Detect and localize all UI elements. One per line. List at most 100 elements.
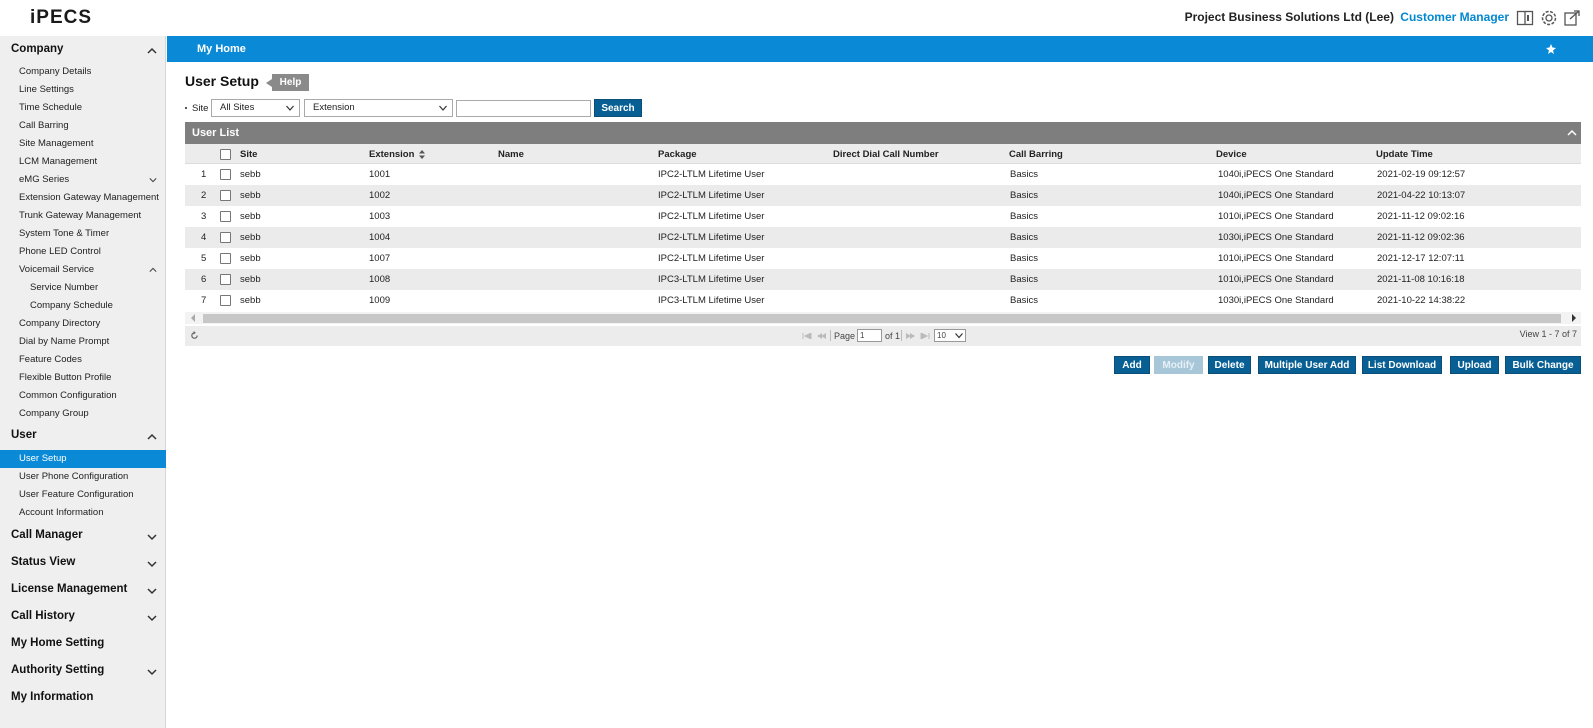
help-button[interactable]: Help	[266, 74, 309, 91]
column-header-name[interactable]: Name	[498, 149, 524, 160]
search-input[interactable]	[456, 100, 591, 117]
sidebar-item-company-group[interactable]: Company Group	[19, 408, 89, 419]
table-row[interactable]: 1 sebb 1001 IPC2-LTLM Lifetime User Basi…	[185, 164, 1581, 185]
scroll-right-icon[interactable]	[1571, 314, 1577, 322]
sidebar-item-common-configuration[interactable]: Common Configuration	[19, 390, 117, 401]
sidebar-item-site-management[interactable]: Site Management	[19, 138, 93, 149]
sidebar-item-call-barring[interactable]: Call Barring	[19, 120, 69, 131]
row-checkbox[interactable]	[220, 211, 231, 222]
last-page-icon[interactable]	[920, 333, 930, 339]
chevron-down-icon[interactable]	[147, 559, 157, 569]
row-checkbox[interactable]	[220, 253, 231, 264]
logout-icon[interactable]	[1563, 9, 1581, 27]
my-home-title[interactable]: My Home	[197, 43, 246, 55]
sidebar-section-call-history[interactable]: Call History	[11, 610, 75, 622]
sort-icon[interactable]	[419, 149, 426, 159]
column-header-device[interactable]: Device	[1216, 149, 1247, 160]
chevron-up-icon[interactable]	[147, 46, 157, 56]
row-checkbox[interactable]	[220, 190, 231, 201]
sidebar-item-company-directory[interactable]: Company Directory	[19, 318, 100, 329]
chevron-up-icon[interactable]	[1567, 128, 1577, 138]
row-checkbox[interactable]	[220, 274, 231, 285]
column-header-direct-dial[interactable]: Direct Dial Call Number	[833, 149, 939, 160]
table-row[interactable]: 4 sebb 1004 IPC2-LTLM Lifetime User Basi…	[185, 227, 1581, 248]
row-checkbox[interactable]	[220, 232, 231, 243]
sidebar-item-user-feature-configuration[interactable]: User Feature Configuration	[19, 489, 134, 500]
sidebar-item-voicemail-service[interactable]: Voicemail Service	[19, 264, 94, 275]
sidebar-section-call-manager[interactable]: Call Manager	[11, 529, 83, 541]
table-row[interactable]: 3 sebb 1003 IPC2-LTLM Lifetime User Basi…	[185, 206, 1581, 227]
delete-button[interactable]: Delete	[1208, 356, 1251, 374]
sidebar-item-flexible-button[interactable]: Flexible Button Profile	[19, 372, 111, 383]
cell-package: IPC3-LTLM Lifetime User	[658, 295, 765, 306]
chevron-down-icon[interactable]	[147, 667, 157, 677]
sidebar-item-lcm-management[interactable]: LCM Management	[19, 156, 97, 167]
sidebar-item-trunk-gateway[interactable]: Trunk Gateway Management	[19, 210, 141, 221]
chevron-up-icon[interactable]	[147, 432, 157, 442]
search-button[interactable]: Search	[594, 99, 642, 117]
sidebar-item-line-settings[interactable]: Line Settings	[19, 84, 74, 95]
manual-icon[interactable]	[1516, 9, 1534, 27]
site-select[interactable]: All Sites	[211, 99, 300, 117]
table-row[interactable]: 6 sebb 1008 IPC3-LTLM Lifetime User Basi…	[185, 269, 1581, 290]
sidebar-section-license-management[interactable]: License Management	[11, 583, 127, 595]
modify-button[interactable]: Modify	[1154, 356, 1203, 374]
column-header-site[interactable]: Site	[240, 149, 257, 160]
row-checkbox[interactable]	[220, 295, 231, 306]
sidebar-section-status-view[interactable]: Status View	[11, 556, 75, 568]
sidebar-item-user-phone-configuration[interactable]: User Phone Configuration	[19, 471, 128, 482]
sidebar-item-time-schedule[interactable]: Time Schedule	[19, 102, 82, 113]
chevron-down-icon[interactable]	[147, 532, 157, 542]
search-field-select[interactable]: Extension	[304, 99, 453, 117]
sidebar-item-service-number[interactable]: Service Number	[30, 282, 98, 293]
column-header-call-barring[interactable]: Call Barring	[1009, 149, 1063, 160]
table-row[interactable]: 2 sebb 1002 IPC2-LTLM Lifetime User Basi…	[185, 185, 1581, 206]
list-download-button[interactable]: List Download	[1362, 356, 1442, 374]
upload-button[interactable]: Upload	[1450, 356, 1499, 374]
bulk-change-button[interactable]: Bulk Change	[1505, 356, 1581, 374]
table-row[interactable]: 7 sebb 1009 IPC3-LTLM Lifetime User Basi…	[185, 290, 1581, 311]
add-button[interactable]: Add	[1114, 356, 1150, 374]
horizontal-scrollbar[interactable]	[185, 312, 1581, 324]
sidebar-item-extension-gateway[interactable]: Extension Gateway Management	[19, 192, 159, 203]
column-header-update-time[interactable]: Update Time	[1376, 149, 1433, 160]
page-size-select[interactable]: 10	[934, 329, 966, 342]
sidebar-item-feature-codes[interactable]: Feature Codes	[19, 354, 82, 365]
multiple-user-add-button[interactable]: Multiple User Add	[1258, 356, 1356, 374]
cell-call-barring: Basics	[1010, 190, 1038, 201]
chevron-down-icon[interactable]	[147, 613, 157, 623]
refresh-icon[interactable]	[190, 331, 199, 340]
ipecs-logo[interactable]: iPECS	[30, 7, 130, 27]
sidebar-item-dial-by-name[interactable]: Dial by Name Prompt	[19, 336, 109, 347]
sidebar-item-phone-led[interactable]: Phone LED Control	[19, 246, 101, 257]
gear-icon[interactable]	[1540, 9, 1558, 27]
sidebar-section-my-home-setting[interactable]: My Home Setting	[11, 637, 104, 649]
select-all-checkbox[interactable]	[220, 149, 231, 160]
sidebar-section-user[interactable]: User	[11, 429, 37, 441]
table-row[interactable]: 5 sebb 1007 IPC2-LTLM Lifetime User Basi…	[185, 248, 1581, 269]
sidebar-item-system-tone[interactable]: System Tone & Timer	[19, 228, 109, 239]
sidebar-item-company-schedule[interactable]: Company Schedule	[30, 300, 113, 311]
pin-icon[interactable]	[1545, 43, 1557, 55]
column-header-package[interactable]: Package	[658, 149, 697, 160]
sidebar-item-user-setup[interactable]: User Setup	[19, 453, 67, 464]
sidebar-section-my-information[interactable]: My Information	[11, 691, 93, 703]
sidebar-item-emg-series[interactable]: eMG Series	[19, 174, 69, 185]
scroll-left-icon[interactable]	[190, 314, 196, 322]
row-checkbox[interactable]	[220, 169, 231, 180]
cell-extension: 1003	[369, 211, 391, 222]
chevron-down-icon[interactable]	[149, 176, 157, 184]
sidebar-section-authority-setting[interactable]: Authority Setting	[11, 664, 104, 676]
sidebar-item-account-information[interactable]: Account Information	[19, 507, 104, 518]
page-number-input[interactable]: 1	[857, 329, 882, 342]
first-page-icon[interactable]	[802, 333, 812, 339]
scrollbar-thumb[interactable]	[203, 314, 1561, 323]
user-role[interactable]: Customer Manager	[1400, 10, 1509, 24]
chevron-up-icon[interactable]	[149, 266, 157, 274]
column-header-extension[interactable]: Extension	[369, 149, 426, 160]
chevron-down-icon[interactable]	[147, 586, 157, 596]
prev-page-icon[interactable]	[816, 333, 826, 339]
sidebar-section-company[interactable]: Company	[11, 43, 63, 55]
sidebar-item-company-details[interactable]: Company Details	[19, 66, 91, 77]
next-page-icon[interactable]	[906, 333, 916, 339]
